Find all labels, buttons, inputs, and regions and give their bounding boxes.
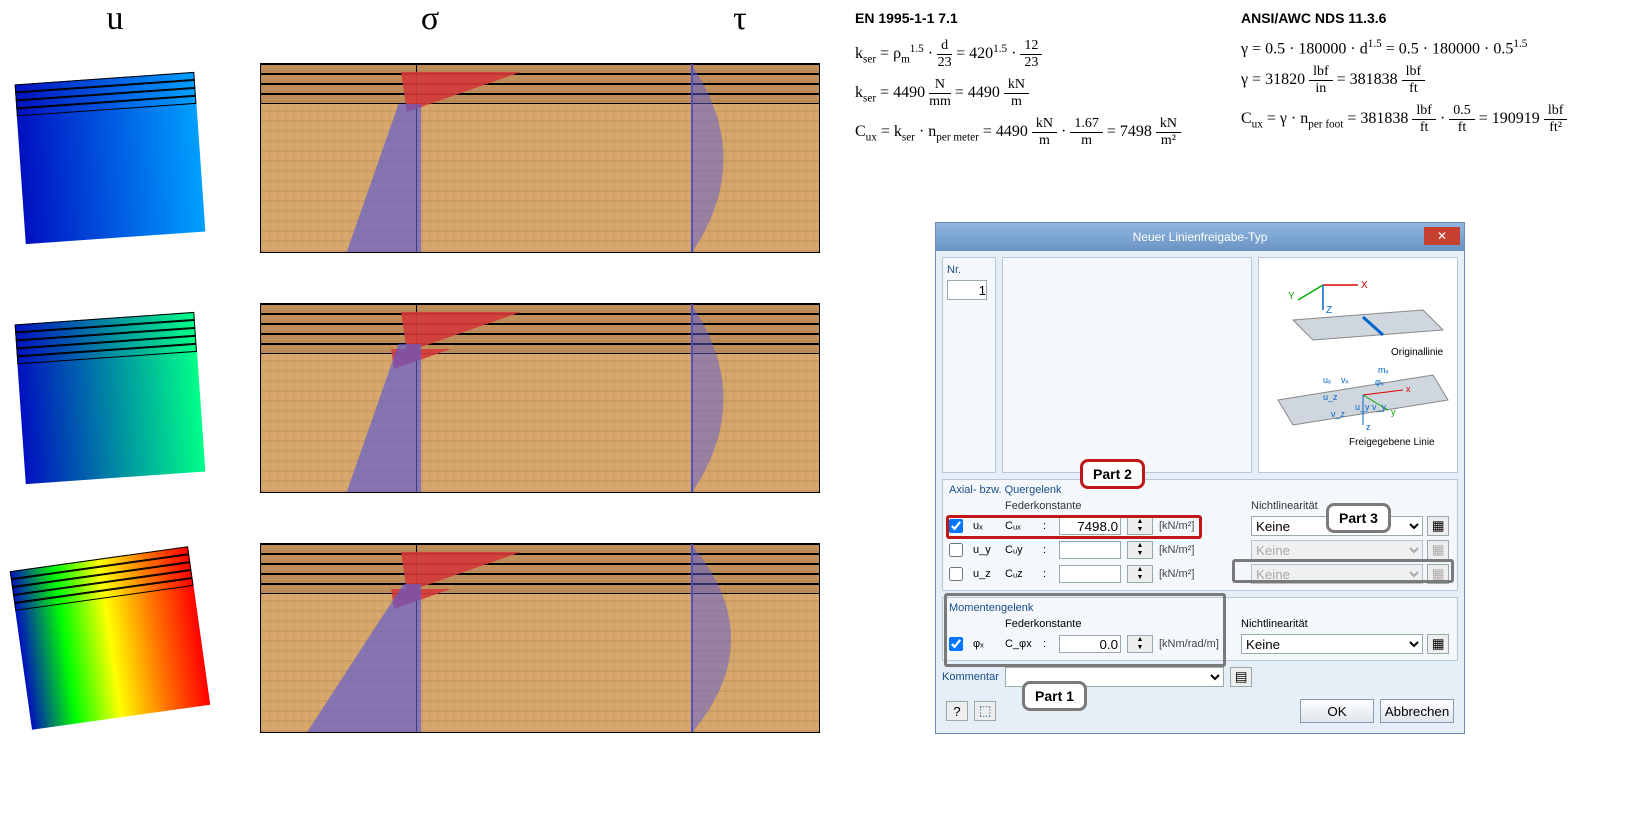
- svg-text:v_z: v_z: [1331, 409, 1346, 419]
- svg-text:Y: Y: [1288, 291, 1295, 302]
- uy-unit: [kN/m²]: [1159, 544, 1217, 556]
- uy-nonlin-select: Keine: [1251, 540, 1423, 560]
- col-header-sigma: σ: [260, 0, 600, 38]
- uz-checkbox[interactable]: [949, 567, 963, 581]
- units-button[interactable]: ⬚: [974, 701, 996, 721]
- uy-spinner[interactable]: ▲▼: [1127, 541, 1153, 559]
- preview-pane: [1002, 257, 1252, 473]
- ux-checkbox[interactable]: [949, 519, 963, 533]
- uz-unit: [kN/m²]: [1159, 568, 1217, 580]
- moment-group: Momentengelenk Federkonstante Nichtlinea…: [942, 597, 1458, 661]
- ux-cname: Cᵤₓ: [1005, 520, 1039, 532]
- col-header-tau: τ: [600, 0, 880, 38]
- plots-grid: u σ τ: [10, 0, 910, 778]
- spring-header: Federkonstante: [1005, 500, 1217, 512]
- phix-unit: [kNm/rad/m]: [1159, 638, 1237, 650]
- callout-part3: Part 3: [1326, 503, 1391, 533]
- help-button[interactable]: ?: [946, 701, 968, 721]
- plot-row-2: [10, 298, 910, 498]
- nonlin-header-2: Nichtlinearität: [1241, 618, 1423, 630]
- phix-nonlin-button[interactable]: ▦: [1427, 634, 1449, 654]
- number-pane: Nr.: [942, 257, 996, 473]
- svg-text:y: y: [1391, 407, 1396, 417]
- comment-pick-button[interactable]: ▤: [1230, 667, 1252, 687]
- callout-part1: Part 1: [1022, 681, 1087, 711]
- svg-text:mₓ: mₓ: [1378, 365, 1388, 375]
- moment-title: Momentengelenk: [949, 602, 1451, 614]
- formula-nds-2: γ = 31820 lbfin = 381838 lbfft: [1241, 64, 1567, 97]
- uz-nonlin-select: Keine: [1251, 564, 1423, 584]
- dialog-title: Neuer Linienfreigabe-Typ: [1133, 230, 1268, 244]
- plot-row-1: [10, 58, 910, 258]
- svg-text:φₓ: φₓ: [1375, 377, 1384, 387]
- svg-text:u_z: u_z: [1323, 392, 1338, 402]
- close-icon: ✕: [1437, 229, 1447, 243]
- ux-value-input[interactable]: [1059, 517, 1121, 535]
- u-plot-3: [10, 538, 220, 738]
- col-header-u: u: [10, 0, 220, 38]
- formula-en-1: kser = ρm1.5 · d23 = 4201.5 · 1223: [855, 38, 1181, 71]
- formula-block: EN 1995-1-1 7.1 kser = ρm1.5 · d23 = 420…: [855, 10, 1635, 149]
- phix-nonlin-select[interactable]: Keine: [1241, 634, 1423, 654]
- dialog-titlebar[interactable]: Neuer Linienfreigabe-Typ ✕: [936, 223, 1464, 251]
- formula-nds-1: γ = 0.5 · 180000 · d1.5 = 0.5 · 180000 ·…: [1241, 38, 1567, 58]
- label-released: Freigegebene Linie: [1349, 437, 1435, 448]
- coord-diagram: X Y Z x y z uₓvₓ mₓφₓ u_zu_y v_: [1258, 257, 1458, 473]
- uz-spinner[interactable]: ▲▼: [1127, 565, 1153, 583]
- uy-nonlin-button: ▦: [1427, 540, 1449, 560]
- uy-value-input[interactable]: [1059, 541, 1121, 559]
- section-plot-2: [260, 303, 820, 493]
- nr-input[interactable]: [947, 280, 987, 300]
- uz-label: u_z: [973, 568, 1001, 580]
- uz-value-input[interactable]: [1059, 565, 1121, 583]
- uz-nonlin-button: ▦: [1427, 564, 1449, 584]
- u-plot-2: [10, 298, 220, 498]
- svg-text:X: X: [1361, 280, 1368, 291]
- nr-label: Nr.: [947, 264, 961, 276]
- uy-cname: Cᵤy: [1005, 544, 1039, 556]
- plot-row-3: [10, 538, 910, 738]
- svg-text:Z: Z: [1326, 305, 1332, 316]
- uy-checkbox[interactable]: [949, 543, 963, 557]
- ux-label: uₓ: [973, 520, 1001, 532]
- section-plot-1: [260, 63, 820, 253]
- ux-unit: [kN/m²]: [1159, 520, 1217, 532]
- callout-part2: Part 2: [1080, 459, 1145, 489]
- phix-checkbox[interactable]: [949, 637, 963, 651]
- uy-label: u_y: [973, 544, 1001, 556]
- formula-en-3: Cux = kser · nper meter = 4490 kNm · 1.6…: [855, 116, 1181, 149]
- uz-cname: Cᵤz: [1005, 568, 1039, 580]
- label-original: Originallinie: [1391, 347, 1444, 358]
- spring-header-2: Federkonstante: [1005, 618, 1237, 630]
- axial-title: Axial- bzw. Quergelenk: [949, 484, 1451, 496]
- line-release-type-dialog: Neuer Linienfreigabe-Typ ✕ Nr. X Y Z: [935, 222, 1465, 734]
- comment-label: Kommentar: [942, 671, 999, 683]
- formula-en-2: kser = 4490 Nmm = 4490 kNm: [855, 77, 1181, 110]
- phix-value-input[interactable]: [1059, 635, 1121, 653]
- cancel-button[interactable]: Abbrechen: [1380, 699, 1454, 723]
- close-button[interactable]: ✕: [1424, 227, 1460, 245]
- formula-nds-3: Cux = γ · nper foot = 381838 lbfft · 0.5…: [1241, 103, 1567, 136]
- ux-nonlin-button[interactable]: ▦: [1427, 516, 1449, 536]
- svg-text:z: z: [1366, 422, 1371, 432]
- svg-text:u_y v_y: u_y v_y: [1355, 402, 1387, 412]
- phix-label: φₓ: [973, 638, 1001, 650]
- phix-cname: C_φx: [1005, 638, 1039, 650]
- formula-title-en: EN 1995-1-1 7.1: [855, 10, 1181, 26]
- axial-group: Axial- bzw. Quergelenk Federkonstante Ni…: [942, 479, 1458, 591]
- ux-spinner[interactable]: ▲▼: [1127, 517, 1153, 535]
- u-plot-1: [10, 58, 220, 258]
- ok-button[interactable]: OK: [1300, 699, 1374, 723]
- svg-text:vₓ: vₓ: [1341, 375, 1349, 385]
- formula-title-nds: ANSI/AWC NDS 11.3.6: [1241, 10, 1567, 26]
- phix-spinner[interactable]: ▲▼: [1127, 635, 1153, 653]
- section-plot-3: [260, 543, 820, 733]
- svg-text:x: x: [1406, 384, 1411, 394]
- svg-text:uₓ: uₓ: [1323, 375, 1331, 385]
